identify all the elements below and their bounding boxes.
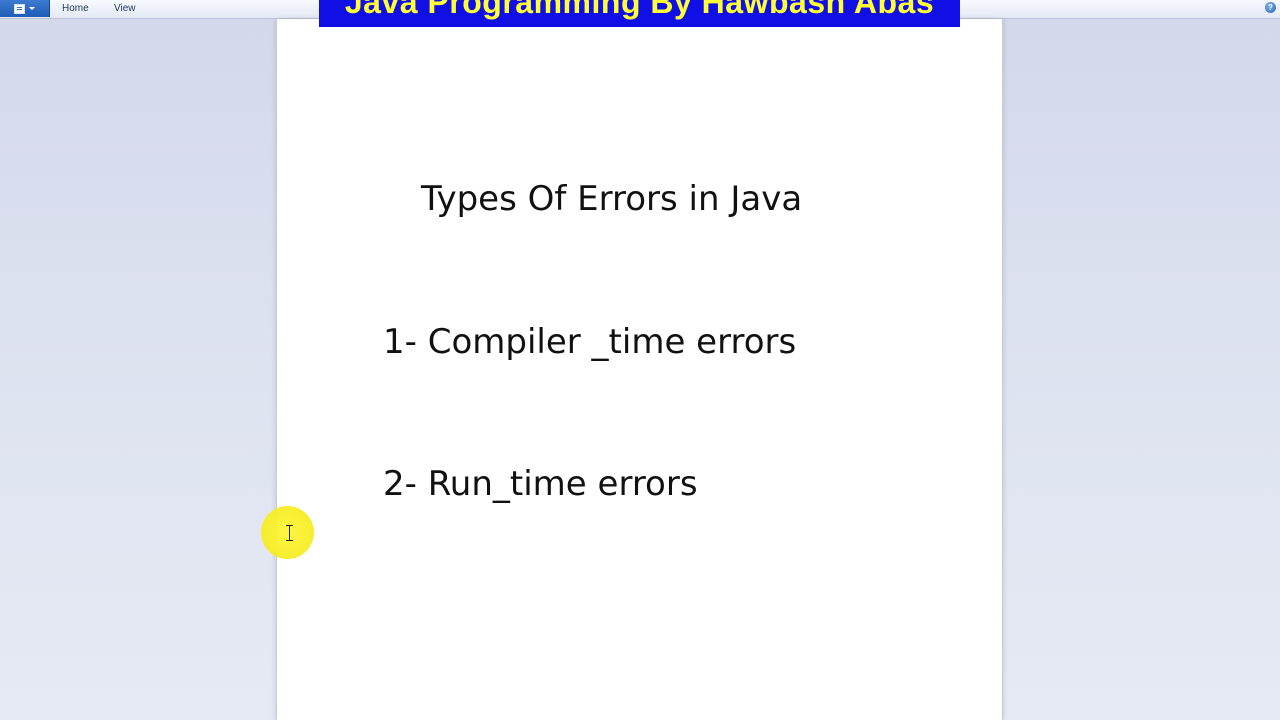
- document-icon: [14, 4, 25, 14]
- title-banner: Java Programming By Hawbash Abas: [319, 0, 960, 27]
- list-item: 1- Compiler _time errors: [383, 322, 797, 362]
- ibeam-cursor-icon: [285, 525, 294, 541]
- help-icon[interactable]: ?: [1265, 2, 1276, 13]
- tab-home[interactable]: Home: [62, 3, 89, 14]
- banner-title: Java Programming By Hawbash Abas: [344, 0, 935, 20]
- list-item: 2- Run_time errors: [383, 464, 698, 504]
- tab-view[interactable]: View: [114, 3, 136, 14]
- app-menu-button[interactable]: [0, 0, 50, 17]
- chevron-down-icon: [29, 7, 35, 10]
- document-heading: Types Of Errors in Java: [421, 179, 803, 219]
- document-page[interactable]: Types Of Errors in Java 1- Compiler _tim…: [277, 19, 1002, 720]
